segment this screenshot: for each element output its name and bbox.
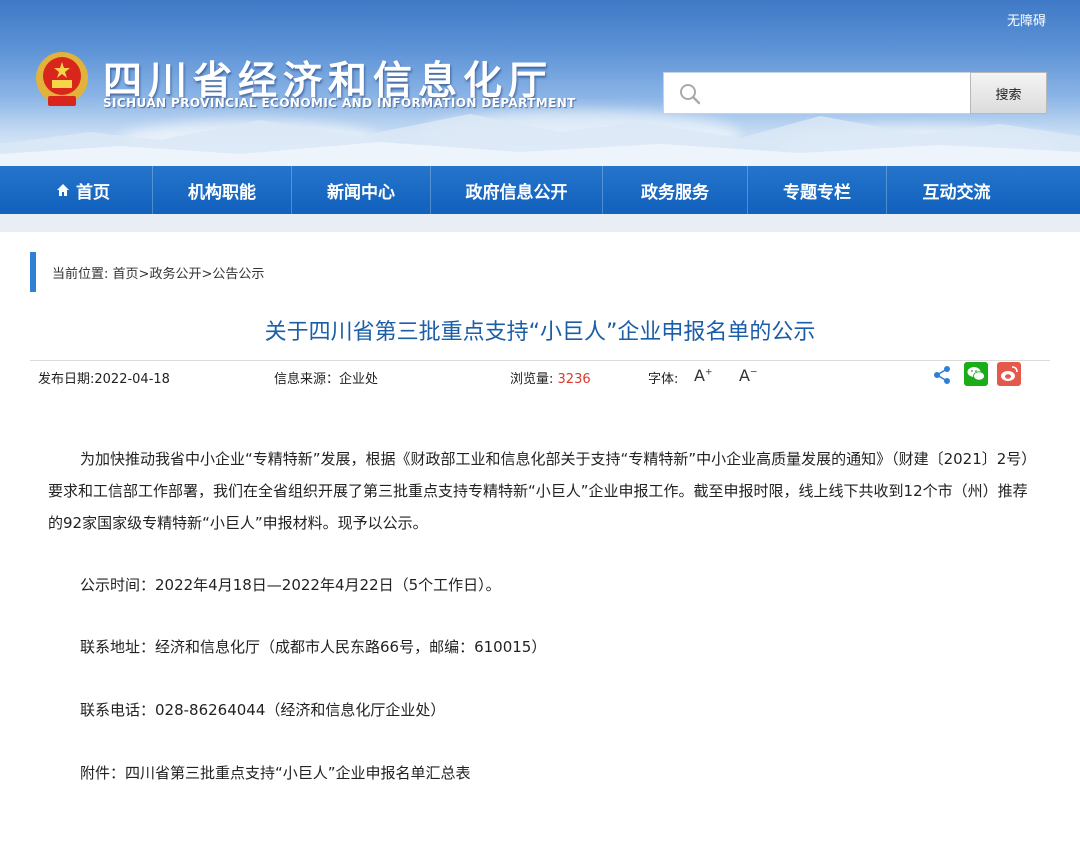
nav-item-label: 机构职能 (188, 182, 256, 203)
view-count-label: 浏览量: (510, 372, 554, 387)
article-paragraph: 为加快推动我省中小企业“专精特新”发展，根据《财政部工业和信息化部关于支持“专精… (48, 450, 1037, 532)
header-banner: 无障碍 四川省经济和信息化厅 SICHUAN PROVINCIAL ECONOM… (0, 0, 1080, 166)
accessibility-link[interactable]: 无障碍 (1007, 10, 1046, 29)
nav-item-label: 政务服务 (641, 182, 709, 203)
info-source-label: 信息来源： (274, 372, 340, 387)
font-decrease-button[interactable]: A− (739, 366, 758, 385)
share-icon[interactable] (932, 365, 952, 385)
font-increase-label: A (694, 366, 705, 385)
contact-phone: 联系电话：028-86264044（经济和信息化厅企业处） (80, 701, 446, 719)
plus-icon: + (704, 367, 713, 378)
view-count: 浏览量: 3236 (510, 368, 591, 387)
view-count-value: 3236 (557, 372, 591, 387)
info-source: 信息来源：企业处 (274, 368, 378, 387)
breadcrumb-marker (30, 252, 36, 292)
weibo-icon[interactable] (997, 362, 1021, 386)
nav-item-special-topics[interactable]: 专题专栏 (748, 166, 887, 214)
site-subtitle: SICHUAN PROVINCIAL ECONOMIC AND INFORMAT… (103, 96, 576, 110)
nav-item-label: 首页 (76, 182, 110, 203)
breadcrumb-gov-public-link[interactable]: 政务公开 (149, 267, 201, 282)
nav-item-label: 互动交流 (922, 182, 991, 203)
font-decrease-label: A (739, 366, 750, 385)
main-nav: 首页 机构职能 新闻中心 政府信息公开 政务服务 专题专栏 互动交流 (0, 166, 1080, 214)
nav-item-label: 政府信息公开 (465, 182, 568, 203)
breadcrumb-prefix: 当前位置: (52, 266, 109, 282)
national-emblem-icon (36, 52, 88, 106)
nav-item-functions[interactable]: 机构职能 (153, 166, 292, 214)
publish-date-label: 发布日期: (38, 372, 95, 387)
search-button[interactable]: 搜索 (970, 72, 1047, 114)
wechat-icon[interactable] (964, 362, 988, 386)
contact-address: 联系地址：经济和信息化厅（成都市人民东路66号，邮编：610015） (80, 638, 547, 656)
nav-shadow-bar (0, 214, 1080, 232)
nav-item-news[interactable]: 新闻中心 (292, 166, 431, 214)
divider (30, 360, 1050, 361)
nav-item-label: 新闻中心 (327, 182, 395, 203)
nav-item-services[interactable]: 政务服务 (603, 166, 748, 214)
breadcrumb: 当前位置: 首页>政务公开>公告公示 (30, 252, 264, 292)
minus-icon: − (749, 367, 758, 378)
nav-item-home[interactable]: 首页 (14, 166, 153, 214)
font-size-label: 字体: (648, 372, 679, 387)
home-icon (57, 184, 69, 196)
breadcrumb-home-link[interactable]: 首页 (113, 267, 139, 282)
search-input[interactable] (708, 79, 963, 107)
publish-date-value: 2022-04-18 (94, 372, 170, 387)
breadcrumb-separator: > (138, 266, 150, 282)
nav-item-gov-info[interactable]: 政府信息公开 (431, 166, 603, 214)
publicity-period: 公示时间：2022年4月18日—2022年4月22日（5个工作日）。 (80, 576, 501, 594)
attachment-link[interactable]: 附件：四川省第三批重点支持“小巨人”企业申报名单汇总表 (80, 762, 471, 783)
nav-item-interaction[interactable]: 互动交流 (887, 166, 1026, 214)
search-box (663, 72, 971, 114)
breadcrumb-text: 当前位置: 首页>政务公开>公告公示 (52, 263, 264, 282)
nav-item-label: 专题专栏 (783, 182, 851, 203)
breadcrumb-announcements-link[interactable]: 公告公示 (212, 267, 264, 282)
article-title: 关于四川省第三批重点支持“小巨人”企业申报名单的公示 (264, 320, 816, 345)
publish-date: 发布日期:2022-04-18 (38, 368, 170, 387)
breadcrumb-separator: > (201, 266, 213, 282)
search-icon (680, 84, 701, 105)
info-source-value: 企业处 (339, 372, 379, 387)
font-increase-button[interactable]: A+ (694, 366, 713, 385)
